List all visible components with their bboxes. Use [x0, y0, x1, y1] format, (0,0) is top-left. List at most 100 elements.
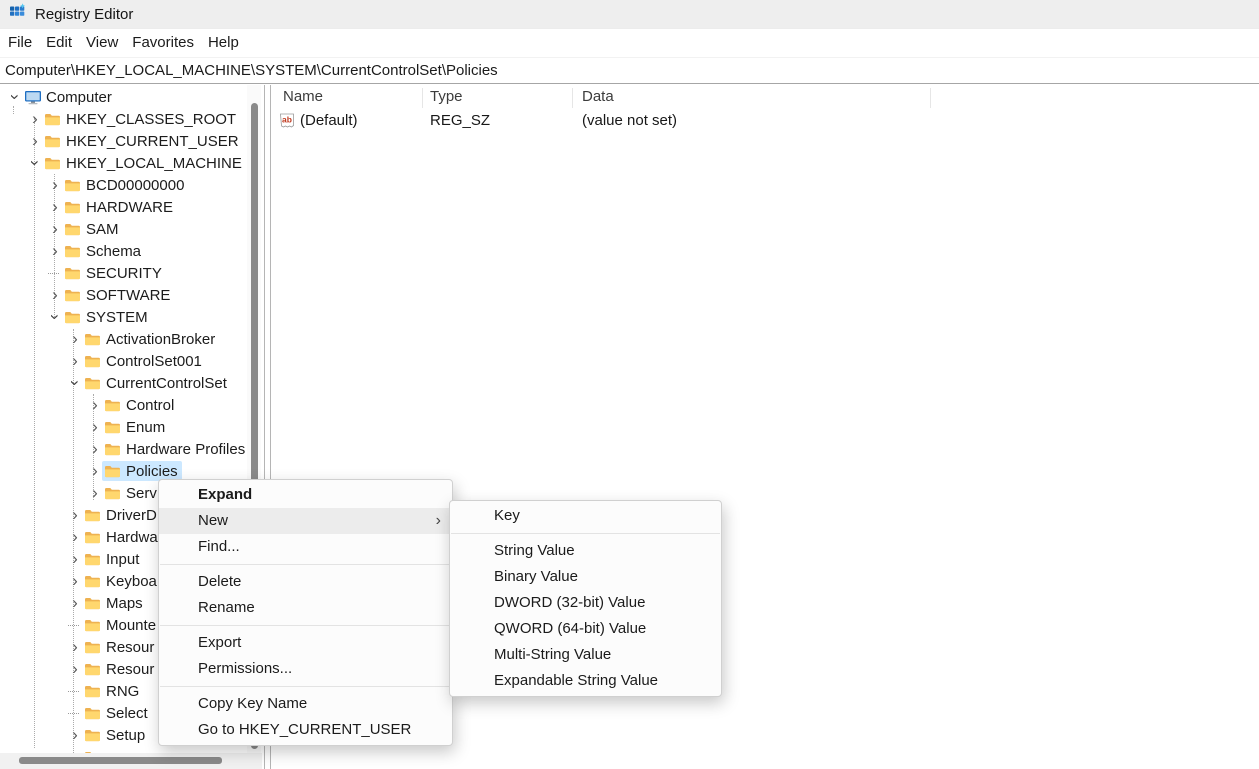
chevron-right-icon[interactable]: ›: [68, 526, 82, 548]
chevron-right-icon[interactable]: ›: [48, 240, 62, 262]
tree-key[interactable]: SAM: [62, 219, 123, 239]
tree-key[interactable]: SOFTWARE: [62, 285, 174, 305]
value-row-default[interactable]: ab (Default) REG_SZ (value not set): [271, 109, 1259, 133]
tree-item-hardware[interactable]: ›HARDWARE: [0, 196, 247, 218]
chevron-right-icon[interactable]: ›: [28, 130, 42, 152]
submenu-item-string-value[interactable]: String Value: [450, 538, 721, 564]
tree-item-hkey-local-machine[interactable]: ›HKEY_LOCAL_MACHINE: [0, 152, 247, 174]
column-separator[interactable]: [422, 88, 423, 108]
submenu-item-key[interactable]: Key: [450, 503, 721, 529]
chevron-right-icon[interactable]: ›: [68, 548, 82, 570]
menu-item-go-to-hkey-current-user[interactable]: Go to HKEY_CURRENT_USER: [159, 717, 452, 743]
chevron-right-icon[interactable]: ›: [68, 658, 82, 680]
chevron-right-icon[interactable]: ›: [88, 438, 102, 460]
chevron-right-icon[interactable]: ›: [68, 504, 82, 526]
tree-key[interactable]: ActivationBroker: [82, 329, 219, 349]
tree-horizontal-scrollbar-thumb[interactable]: [19, 757, 222, 764]
menu-file[interactable]: File: [1, 29, 39, 57]
tree-item-system[interactable]: ›SYSTEM: [0, 306, 247, 328]
tree-key[interactable]: Keyboa: [82, 571, 161, 591]
tree-key[interactable]: DriverD: [82, 505, 161, 525]
chevron-down-icon[interactable]: ›: [44, 310, 66, 324]
tree-item-bcd00000000[interactable]: ›BCD00000000: [0, 174, 247, 196]
menu-item-copy-key-name[interactable]: Copy Key Name: [159, 691, 452, 717]
column-header-data[interactable]: Data: [582, 85, 614, 109]
chevron-right-icon[interactable]: ›: [88, 394, 102, 416]
menu-item-expand[interactable]: Expand: [159, 482, 452, 508]
tree-key[interactable]: Control: [102, 395, 178, 415]
tree-key[interactable]: HARDWARE: [62, 197, 177, 217]
column-separator[interactable]: [930, 88, 931, 108]
submenu-item-qword-64-bit-value[interactable]: QWORD (64-bit) Value: [450, 616, 721, 642]
chevron-right-icon[interactable]: ›: [48, 174, 62, 196]
tree-item-currentcontrolset[interactable]: ›CurrentControlSet: [0, 372, 247, 394]
tree-key[interactable]: Setup: [82, 725, 149, 745]
tree-key[interactable]: SECURITY: [62, 263, 166, 283]
column-header-type[interactable]: Type: [430, 85, 463, 109]
tree-key[interactable]: Schema: [62, 241, 145, 261]
chevron-right-icon[interactable]: ›: [68, 636, 82, 658]
tree-key[interactable]: Input: [82, 549, 143, 569]
value-name[interactable]: (Default): [300, 109, 358, 133]
tree-key[interactable]: BCD00000000: [62, 175, 188, 195]
menu-item-permissions[interactable]: Permissions...: [159, 656, 452, 682]
tree-key[interactable]: Mounte: [82, 615, 160, 635]
tree-item-enum[interactable]: ›Enum: [0, 416, 247, 438]
chevron-right-icon[interactable]: ›: [88, 416, 102, 438]
chevron-right-icon[interactable]: ›: [68, 328, 82, 350]
tree-key[interactable]: Enum: [102, 417, 169, 437]
tree-item-hkey-current-user[interactable]: ›HKEY_CURRENT_USER: [0, 130, 247, 152]
submenu-item-binary-value[interactable]: Binary Value: [450, 564, 721, 590]
chevron-right-icon[interactable]: ›: [68, 724, 82, 746]
chevron-right-icon[interactable]: ›: [68, 592, 82, 614]
chevron-right-icon[interactable]: ›: [88, 482, 102, 504]
menu-edit[interactable]: Edit: [39, 29, 79, 57]
chevron-right-icon[interactable]: ›: [88, 460, 102, 482]
column-header-name[interactable]: Name: [283, 85, 323, 109]
tree-key[interactable]: Resour: [82, 659, 158, 679]
submenu-item-dword-32-bit-value[interactable]: DWORD (32-bit) Value: [450, 590, 721, 616]
tree-item-activationbroker[interactable]: ›ActivationBroker: [0, 328, 247, 350]
chevron-right-icon[interactable]: ›: [68, 350, 82, 372]
tree-key[interactable]: Select: [82, 703, 152, 723]
address-bar[interactable]: Computer\HKEY_LOCAL_MACHINE\SYSTEM\Curre…: [0, 57, 1259, 84]
chevron-right-icon[interactable]: ›: [48, 218, 62, 240]
tree-key[interactable]: RNG: [82, 681, 143, 701]
menu-favorites[interactable]: Favorites: [125, 29, 201, 57]
tree-key[interactable]: HKEY_CLASSES_ROOT: [42, 109, 240, 129]
submenu-item-expandable-string-value[interactable]: Expandable String Value: [450, 668, 721, 694]
tree-item-software[interactable]: ›SOFTWARE: [0, 284, 247, 306]
menu-view[interactable]: View: [79, 29, 125, 57]
submenu-item-multi-string-value[interactable]: Multi-String Value: [450, 642, 721, 668]
chevron-down-icon[interactable]: ›: [64, 376, 86, 390]
chevron-right-icon[interactable]: ›: [28, 108, 42, 130]
tree-key[interactable]: Computer: [22, 87, 116, 107]
tree-item-hardware-profiles[interactable]: ›Hardware Profiles: [0, 438, 247, 460]
tree-item-control[interactable]: ›Control: [0, 394, 247, 416]
chevron-right-icon[interactable]: ›: [68, 570, 82, 592]
chevron-down-icon[interactable]: ›: [24, 156, 46, 170]
menu-item-find[interactable]: Find...: [159, 534, 452, 560]
tree-key[interactable]: Hardware Profiles: [102, 439, 247, 459]
tree-key[interactable]: Hardwa: [82, 527, 162, 547]
menu-item-export[interactable]: Export: [159, 630, 452, 656]
tree-key[interactable]: Serv: [102, 483, 161, 503]
chevron-right-icon[interactable]: ›: [48, 196, 62, 218]
tree-key[interactable]: HKEY_LOCAL_MACHINE: [42, 153, 246, 173]
tree-key[interactable]: Resour: [82, 637, 158, 657]
chevron-right-icon[interactable]: ›: [48, 284, 62, 306]
address-path[interactable]: Computer\HKEY_LOCAL_MACHINE\SYSTEM\Curre…: [5, 62, 498, 79]
selected-tree-key[interactable]: Policies: [102, 461, 182, 481]
chevron-down-icon[interactable]: ›: [4, 90, 26, 104]
tree-item-security[interactable]: SECURITY: [0, 262, 247, 284]
tree-key[interactable]: Maps: [82, 593, 147, 613]
tree-item-hkey-classes-root[interactable]: ›HKEY_CLASSES_ROOT: [0, 108, 247, 130]
tree-key[interactable]: HKEY_CURRENT_USER: [42, 131, 243, 151]
tree-key[interactable]: CurrentControlSet: [82, 373, 231, 393]
tree-key[interactable]: SYSTEM: [62, 307, 152, 327]
column-separator[interactable]: [572, 88, 573, 108]
menu-item-new[interactable]: New›: [159, 508, 452, 534]
menu-item-delete[interactable]: Delete: [159, 569, 452, 595]
tree-item-schema[interactable]: ›Schema: [0, 240, 247, 262]
tree-key[interactable]: ControlSet001: [82, 351, 206, 371]
